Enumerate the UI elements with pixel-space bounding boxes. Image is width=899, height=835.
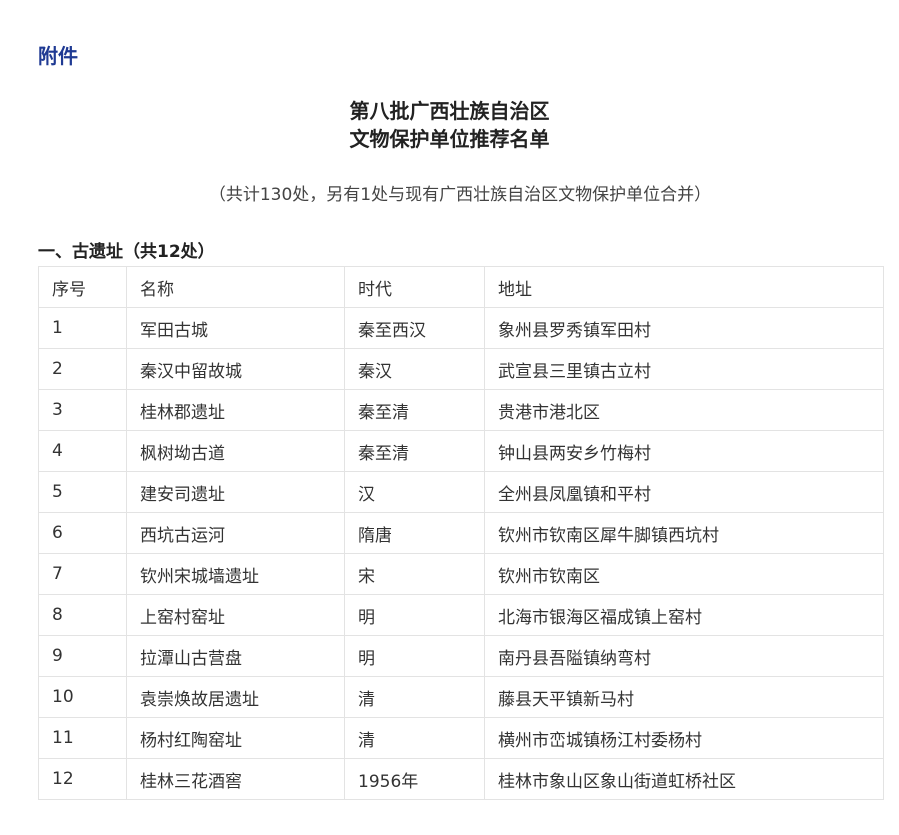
cell-address: 钦州市钦南区犀牛脚镇西坑村: [484, 512, 884, 554]
table-row: 8 上窑村窑址明北海市银海区福成镇上窑村: [38, 594, 884, 636]
cell-address: 武宣县三里镇古立村: [484, 348, 884, 390]
header-cell-number: 序号: [38, 266, 127, 308]
table-row: 1 军田古城 秦至西汉 象州县罗秀镇军田村: [38, 307, 884, 349]
cell-era: 秦至西汉: [344, 307, 485, 349]
header-cell-era: 时代: [344, 266, 485, 308]
cell-name: 拉潭山古营盘: [126, 635, 345, 677]
header-cell-name: 名称: [126, 266, 345, 308]
cell-era: 秦汉: [344, 348, 485, 390]
cell-name: 袁崇焕故居遗址: [126, 676, 345, 718]
document-title-line-1: 第八批广西壮族自治区: [349, 99, 550, 123]
cell-era: 宋: [344, 553, 485, 595]
cell-number: 1: [38, 307, 127, 349]
cell-name: 钦州宋城墙遗址: [126, 553, 345, 595]
table-header-row: 序号 名称 时代 地址: [38, 266, 884, 308]
cell-address: 钟山县两安乡竹梅村: [484, 430, 884, 472]
cell-name: 军田古城: [126, 307, 345, 349]
table-row: 6 西坑古运河 隋唐 钦州市钦南区犀牛脚镇西坑村: [38, 512, 884, 554]
header-cell-address: 地址: [484, 266, 884, 308]
cell-name: 桂林三花酒窖: [126, 758, 345, 800]
cell-era: 清: [344, 717, 485, 759]
count-note: （共计130处，另有1处与现有广西壮族自治区文物保护单位合并）: [208, 185, 712, 205]
cell-number: 10: [38, 676, 127, 718]
table-row: 3 桂林郡遗址 秦至清 贵港市港北区: [38, 389, 884, 431]
document-title-line-2: 文物保护单位推荐名单: [349, 127, 550, 151]
table-row: 12 桂林三花酒窖 1956年 桂林市象山区象山街道虹桥社区: [38, 758, 884, 800]
cell-era: 明: [344, 594, 485, 636]
cell-name: 枫树坳古道: [126, 430, 345, 472]
cell-era: 汉: [344, 471, 485, 513]
table-row: 9 拉潭山古营盘明南丹县吾隘镇纳弯村: [38, 635, 884, 677]
table-row: 2 秦汉中留故城 秦汉 武宣县三里镇古立村: [38, 348, 884, 390]
cell-name: 杨村红陶窑址: [126, 717, 345, 759]
cell-address: 象州县罗秀镇军田村: [484, 307, 884, 349]
table-row: 4 枫树坳古道 秦至清 钟山县两安乡竹梅村: [38, 430, 884, 472]
cell-number: 5: [38, 471, 127, 513]
section-heading: 一、古遗址（共12处）: [38, 242, 215, 262]
table-body: 序号 名称 时代 地址 1 军田古城 秦至西汉 象州县罗秀镇军田村 2 秦汉中留故城 秦汉武…: [38, 266, 884, 800]
cell-name: 桂林郡遗址: [126, 389, 345, 431]
table-row: 5 建安司遗址汉全州县凤凰镇和平村: [38, 471, 884, 513]
cell-era: 明: [344, 635, 485, 677]
cell-name: 上窑村窑址: [126, 594, 345, 636]
cell-name: 秦汉中留故城: [126, 348, 345, 390]
cell-era: 1956年: [344, 758, 485, 800]
attachment-label: 附件: [38, 44, 78, 68]
cell-address: 贵港市港北区: [484, 389, 884, 431]
cell-number: 7: [38, 553, 127, 595]
cell-address: 横州市峦城镇杨江村委杨村: [484, 717, 884, 759]
cell-era: 清: [344, 676, 485, 718]
table-row: 10 袁崇焕故居遗址清藤县天平镇新马村: [38, 676, 884, 718]
cell-name: 西坑古运河: [126, 512, 345, 554]
cell-era: 秦至清: [344, 389, 485, 431]
heritage-sites-table: 序号 名称 时代 地址 1 军田古城 秦至西汉 象州县罗秀镇军田村 2 秦汉中留故城 秦汉武…: [38, 266, 884, 800]
cell-address: 北海市银海区福成镇上窑村: [484, 594, 884, 636]
cell-era: 秦至清: [344, 430, 485, 472]
cell-address: 钦州市钦南区: [484, 553, 884, 595]
cell-number: 8: [38, 594, 127, 636]
table-row: 11 杨村红陶窑址清横州市峦城镇杨江村委杨村: [38, 717, 884, 759]
cell-era: 隋唐: [344, 512, 485, 554]
cell-address: 桂林市象山区象山街道虹桥社区: [484, 758, 884, 800]
cell-number: 11: [38, 717, 127, 759]
cell-address: 南丹县吾隘镇纳弯村: [484, 635, 884, 677]
cell-address: 全州县凤凰镇和平村: [484, 471, 884, 513]
cell-number: 2: [38, 348, 127, 390]
cell-address: 藤县天平镇新马村: [484, 676, 884, 718]
cell-name: 建安司遗址: [126, 471, 345, 513]
cell-number: 12: [38, 758, 127, 800]
cell-number: 4: [38, 430, 127, 472]
cell-number: 9: [38, 635, 127, 677]
cell-number: 6: [38, 512, 127, 554]
table-row: 7 钦州宋城墙遗址宋钦州市钦南区: [38, 553, 884, 595]
cell-number: 3: [38, 389, 127, 431]
